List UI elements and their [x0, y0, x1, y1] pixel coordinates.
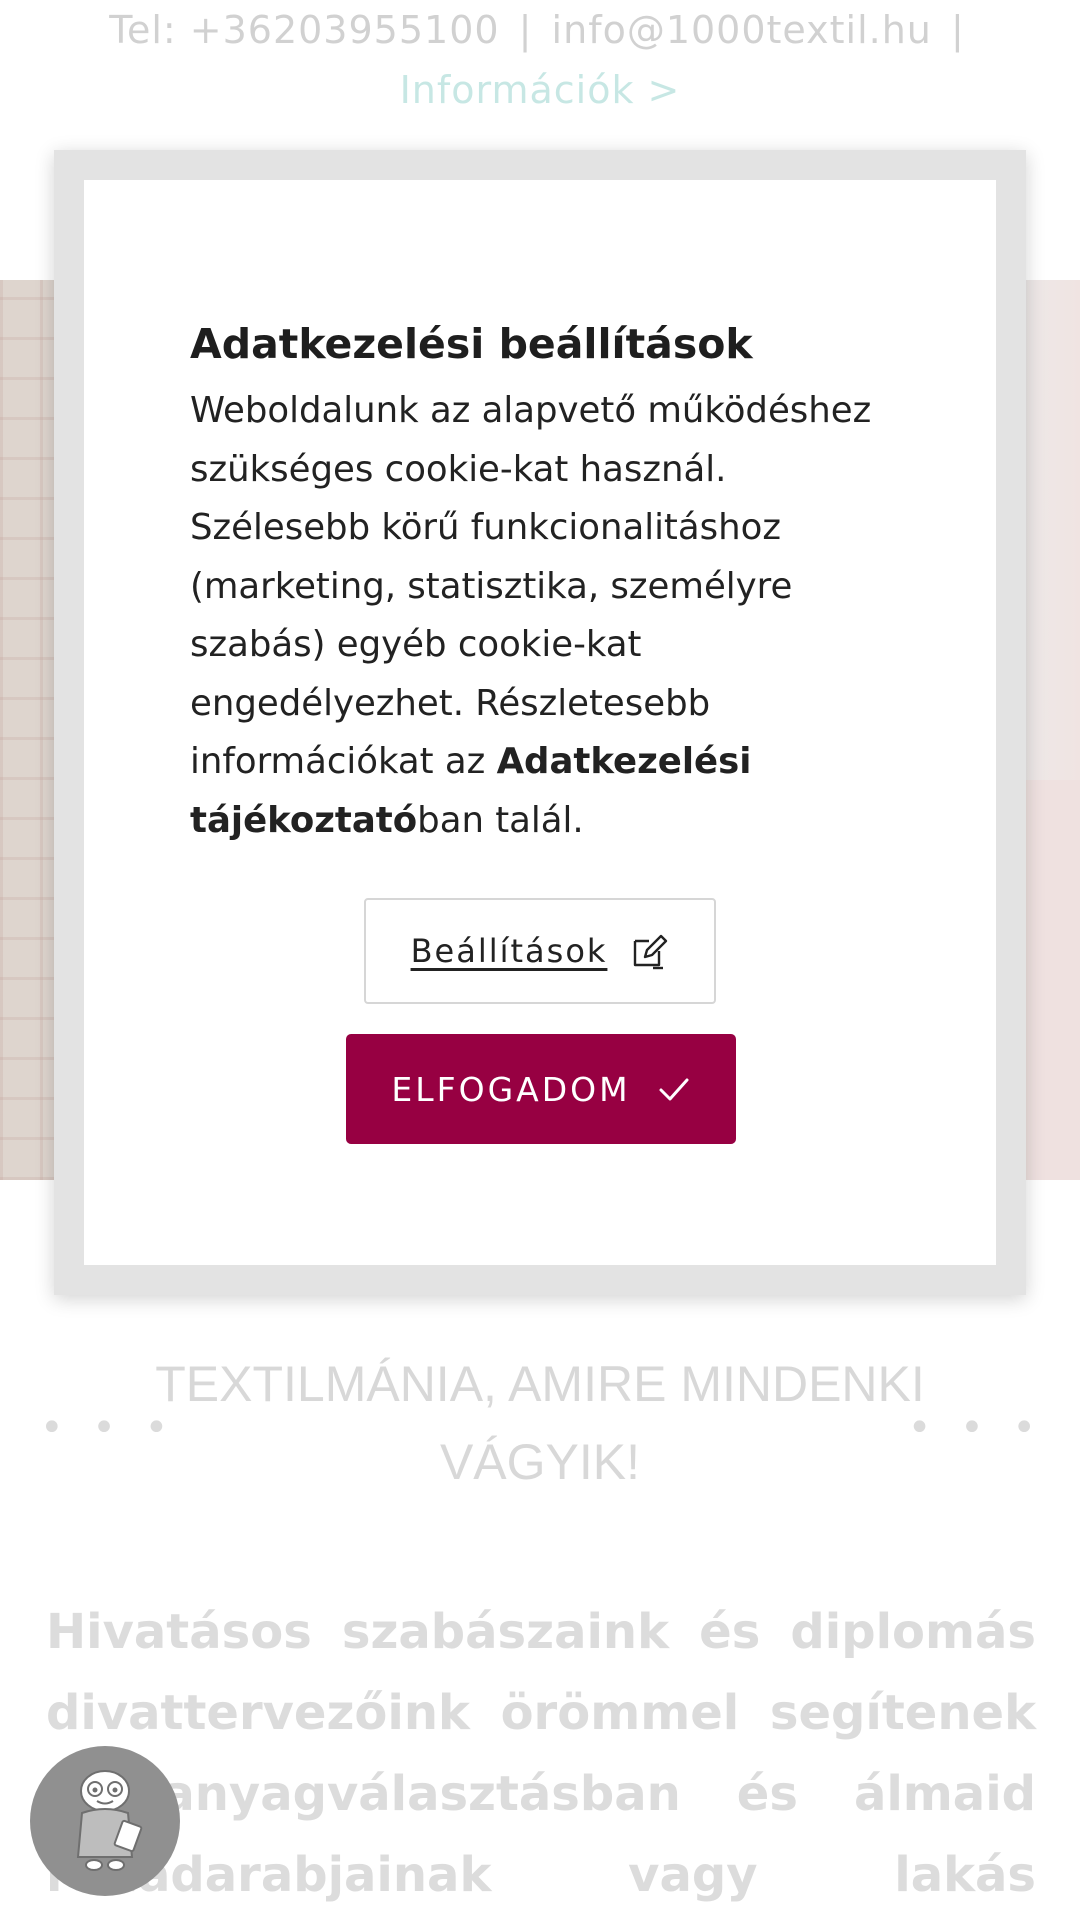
body-text: Weboldalunk az alapvető működéshez szüks… [190, 390, 872, 782]
cookie-consent-modal: Adatkezelési beállítások Weboldalunk az … [54, 150, 1026, 1295]
body-suffix: ban talál. [417, 799, 584, 841]
edit-icon [634, 934, 668, 970]
accept-button[interactable]: ELFOGADOM [346, 1034, 736, 1144]
settings-button-label: Beállítások [410, 932, 608, 970]
accept-button-label: ELFOGADOM [391, 1069, 631, 1109]
modal-body: Weboldalunk az alapvető működéshez szüks… [190, 382, 910, 850]
cookie-modal-content: Adatkezelési beállítások Weboldalunk az … [84, 180, 996, 1265]
settings-button[interactable]: Beállítások [364, 898, 716, 1004]
modal-title: Adatkezelési beállítások [190, 320, 753, 368]
checkmark-icon [659, 1078, 689, 1101]
